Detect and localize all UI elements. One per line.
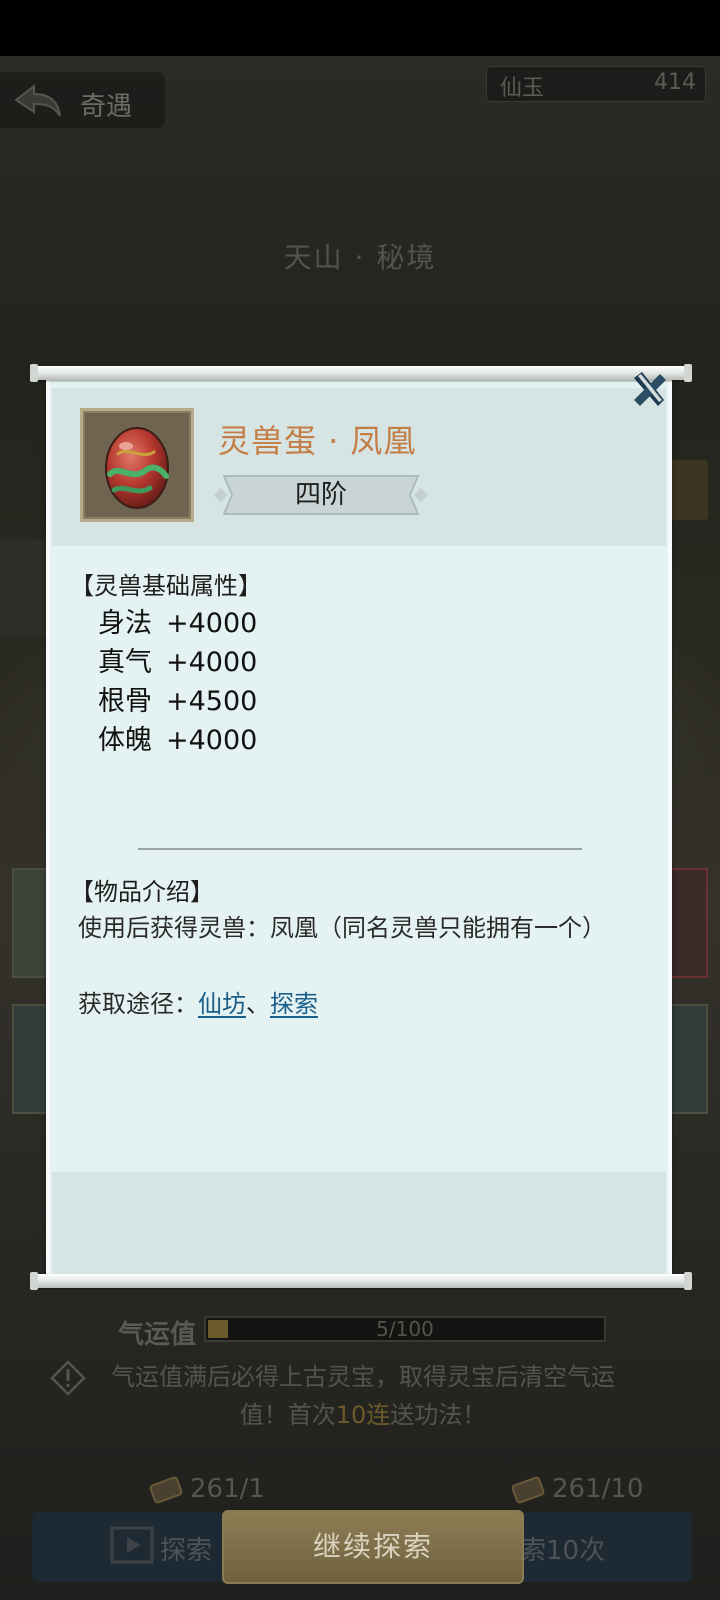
source-label: 获取途径： xyxy=(78,990,198,1018)
attribute-name: 体魄 xyxy=(98,725,152,756)
attribute-value: +4500 xyxy=(166,686,258,717)
attribute-row: 身法 +4000 xyxy=(98,604,257,643)
dialog-footer-panel xyxy=(52,1172,666,1274)
video-icon xyxy=(110,1526,154,1564)
explore-button-label: 探索 xyxy=(160,1536,213,1566)
notice-text-2: 送功法！ xyxy=(390,1401,487,1429)
currency-value: 414 xyxy=(654,70,696,95)
item-description: 使用后获得灵兽：凤凰（同名灵兽只能拥有一个） xyxy=(78,914,606,942)
explore-ten-button-label: 索10次 xyxy=(520,1536,606,1566)
cost-ten-value: 261/10 xyxy=(552,1474,644,1504)
attribute-value: +4000 xyxy=(166,608,258,639)
back-arrow-icon xyxy=(14,83,61,117)
attribute-list: 身法 +4000 真气 +4000 根骨 +4500 体魄 +4000 xyxy=(98,604,257,760)
attribute-name: 真气 xyxy=(98,647,152,678)
item-grade: 四阶 xyxy=(294,480,347,510)
item-name: 灵兽蛋 · 凤凰 xyxy=(218,422,417,460)
acquire-sources: 获取途径：仙坊、探索 xyxy=(78,984,318,1024)
source-link-explore[interactable]: 探索 xyxy=(270,990,318,1018)
side-tab-right xyxy=(668,460,708,520)
continue-explore-button[interactable]: 继续探索 xyxy=(222,1510,524,1584)
currency-name: 仙玉 xyxy=(500,76,545,101)
cost-ten: 261/10 xyxy=(508,1474,643,1505)
side-tab-left xyxy=(0,540,50,635)
attributes-section-title: 【灵兽基础属性】 xyxy=(70,572,262,600)
description-section-title: 【物品介绍】 xyxy=(70,878,214,906)
attribute-name: 身法 xyxy=(98,608,152,639)
scroll-rod-bottom xyxy=(30,1272,692,1290)
cost-single-value: 261/1 xyxy=(190,1474,265,1504)
status-bar xyxy=(0,0,720,56)
attribute-row: 真气 +4000 xyxy=(98,643,257,682)
location-title: 天山 · 秘境 xyxy=(283,241,437,274)
scroll-ticket-icon xyxy=(149,1476,183,1503)
cost-single: 261/1 xyxy=(146,1474,265,1505)
attribute-value: +4000 xyxy=(166,647,258,678)
back-label: 奇遇 xyxy=(80,92,133,122)
luck-progress-text: 5/100 xyxy=(376,1317,434,1341)
attribute-row: 根骨 +4500 xyxy=(98,682,257,721)
source-link-shop[interactable]: 仙坊 xyxy=(198,990,246,1018)
reward-card xyxy=(668,868,708,978)
warning-icon xyxy=(50,1360,86,1396)
phoenix-egg-icon xyxy=(105,427,169,509)
attribute-name: 根骨 xyxy=(98,686,152,717)
attribute-value: +4000 xyxy=(166,725,258,756)
notice-highlight: 10连 xyxy=(335,1401,391,1429)
luck-label: 气运值 xyxy=(118,1320,197,1350)
source-separator: 、 xyxy=(246,990,270,1018)
reward-card xyxy=(668,1004,708,1114)
attribute-row: 体魄 +4000 xyxy=(98,721,257,760)
scroll-ticket-icon xyxy=(511,1476,545,1503)
section-divider xyxy=(138,848,582,850)
scroll-rod-top xyxy=(30,364,692,382)
close-icon[interactable] xyxy=(628,368,670,410)
luck-notice: 气运值满后必得上古灵宝，取得灵宝后清空气运值！首次10连送功法！ xyxy=(98,1358,628,1434)
